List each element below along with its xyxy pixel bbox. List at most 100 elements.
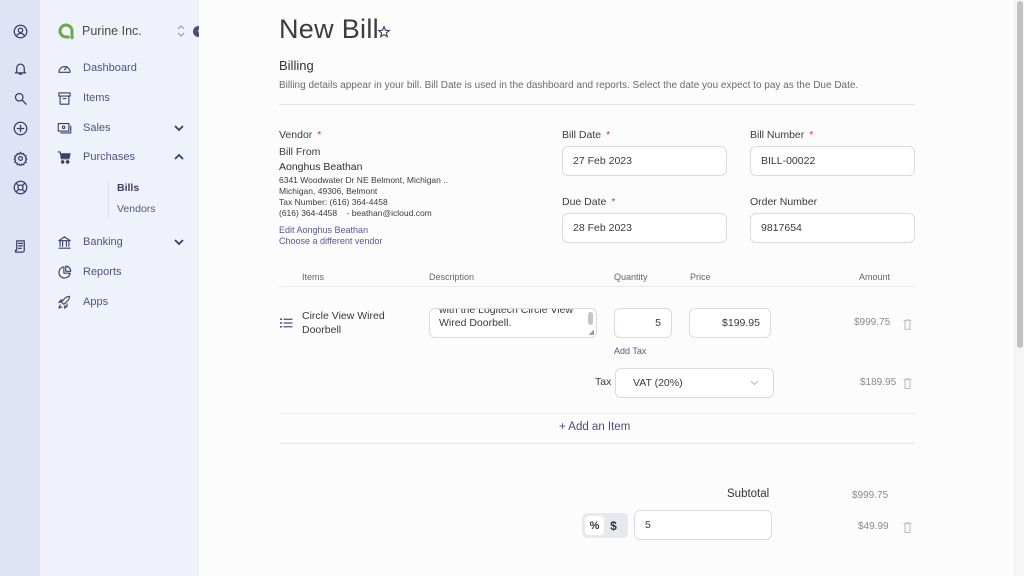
gear-icon[interactable] — [12, 150, 28, 166]
chevron-down-icon — [750, 380, 759, 386]
bill-date-input[interactable]: 27 Feb 2023 — [562, 146, 727, 176]
section-description: Billing details appear in your bill. Bil… — [279, 80, 859, 91]
subtotal-label: Subtotal — [727, 488, 770, 500]
pie-chart-icon — [58, 265, 72, 279]
trash-icon — [903, 521, 912, 534]
delete-item-button[interactable] — [903, 317, 912, 331]
profile-icon[interactable] — [12, 23, 28, 39]
price-header: Price — [690, 272, 711, 282]
sidebar-item-label: Sales — [83, 122, 111, 134]
bell-icon[interactable] — [12, 60, 28, 76]
sidebar-item-items[interactable]: Items — [57, 87, 192, 109]
company-name: Purine Inc. — [82, 24, 142, 38]
rocket-icon — [58, 295, 71, 309]
drag-handle-icon[interactable] — [280, 318, 293, 328]
delete-tax-button[interactable] — [903, 376, 912, 390]
vendor-address-line2: Michigan, 49306, Belmont — [279, 186, 378, 196]
support-icon[interactable] — [12, 179, 28, 195]
due-date-label: Due Date * — [562, 196, 616, 208]
sidebar-item-purchases[interactable]: Purchases — [57, 146, 192, 168]
textarea-resize-handle[interactable]: ◢ — [589, 328, 594, 336]
receipt-icon[interactable] — [12, 238, 28, 254]
section-title: Billing — [279, 58, 314, 73]
due-date-input[interactable]: 28 Feb 2023 — [562, 213, 727, 243]
chevron-down-icon[interactable] — [174, 123, 184, 133]
sidebar-item-sales[interactable]: Sales — [57, 117, 192, 139]
vendor-name: Aonghus Beathan — [279, 161, 363, 173]
tax-amount: $189.95 — [860, 377, 897, 388]
items-header: Items — [302, 272, 325, 282]
add-circle-icon[interactable] — [12, 120, 28, 136]
add-tax-link[interactable]: Add Tax — [614, 346, 646, 356]
sidebar-item-label: Reports — [83, 266, 122, 278]
sidebar-item-label: Apps — [83, 296, 109, 308]
main-content: New Bill Billing Billing details appear … — [199, 0, 1014, 576]
company-logo-icon — [58, 23, 74, 40]
trash-icon — [903, 318, 912, 331]
discount-amount: $49.99 — [858, 521, 889, 532]
order-number-input[interactable]: 9817654 — [750, 213, 915, 243]
quantity-header: Quantity — [614, 272, 648, 282]
divider — [279, 104, 915, 105]
chevron-down-icon[interactable] — [174, 237, 184, 247]
sidebar-item-label: Purchases — [83, 151, 135, 163]
star-icon[interactable] — [377, 25, 391, 39]
sidebar-item-label: Banking — [83, 236, 123, 248]
bill-number-input[interactable]: BILL-00022 — [750, 146, 915, 176]
icon-rail — [0, 0, 40, 576]
sidebar-subitem-vendors[interactable]: Vendors — [117, 203, 156, 215]
table-header-divider — [279, 286, 915, 287]
sidebar-item-label: Items — [83, 92, 110, 104]
discount-type-toggle: % $ — [582, 513, 628, 538]
sidebar-item-label: Dashboard — [83, 62, 137, 74]
quantity-input[interactable]: 5 — [614, 308, 672, 338]
bill-from-label: Bill From — [279, 146, 321, 158]
subtotal-value: $999.75 — [852, 490, 889, 501]
tax-select[interactable]: VAT (20%) — [615, 368, 774, 398]
sidebar-item-dashboard[interactable]: Dashboard — [57, 57, 192, 79]
tax-label: Tax — [595, 376, 612, 388]
submenu-line — [108, 180, 109, 218]
trash-icon — [903, 377, 912, 390]
chevron-up-icon[interactable] — [174, 152, 184, 162]
delete-discount-button[interactable] — [903, 520, 912, 534]
sidebar-item-banking[interactable]: Banking — [57, 231, 192, 253]
edit-vendor-link[interactable]: Edit Aonghus Beathan — [279, 225, 368, 235]
vendor-contact: (616) 364-4458 - beathan@icloud.com — [279, 208, 432, 218]
add-item-button[interactable]: + Add an Item — [559, 421, 630, 433]
page-title: New Bill — [279, 14, 379, 44]
sidebar-item-apps[interactable]: Apps — [57, 291, 192, 313]
money-icon — [57, 122, 72, 133]
bank-icon — [58, 235, 71, 249]
sidebar-subitem-bills[interactable]: Bills — [117, 182, 139, 194]
dashboard-icon — [58, 65, 71, 73]
choose-vendor-link[interactable]: Choose a different vendor — [279, 236, 382, 246]
bill-date-label: Bill Date * — [562, 129, 611, 141]
textarea-scrollbar[interactable] — [588, 312, 593, 325]
item-description-textarea[interactable]: with the Logitech Circle View Wired Door… — [429, 308, 597, 338]
cart-icon — [57, 150, 71, 164]
item-amount: $999.75 — [854, 317, 891, 328]
vendor-address-line1: 6341 Woodwater Dr NE Belmont, Michigan .… — [279, 175, 448, 185]
description-header: Description — [429, 272, 475, 282]
bill-number-label: Bill Number * — [750, 129, 814, 141]
tax-select-value: VAT (20%) — [633, 377, 683, 389]
discount-dollar-option[interactable]: $ — [604, 516, 623, 535]
item-name: Circle View Wired Doorbell — [302, 310, 385, 336]
page-scrollbar[interactable] — [1014, 0, 1024, 576]
sidebar-item-reports[interactable]: Reports — [57, 261, 192, 283]
discount-input[interactable]: 5 — [634, 510, 772, 540]
search-icon[interactable] — [12, 90, 28, 106]
vendor-tax-number: Tax Number: (616) 364-4458 — [279, 197, 388, 207]
company-switcher[interactable]: Purine Inc. — [57, 22, 142, 40]
switch-chevrons-icon[interactable] — [177, 24, 185, 38]
divider — [279, 413, 915, 414]
discount-percent-option[interactable]: % — [585, 516, 604, 535]
scrollbar-thumb[interactable] — [1017, 1, 1023, 348]
archive-icon — [58, 91, 71, 105]
order-number-label: Order Number — [750, 196, 818, 208]
vendor-label: Vendor * — [279, 129, 322, 141]
item-description-text: with the Logitech Circle View Wired Door… — [439, 308, 574, 329]
price-input[interactable]: $199.95 — [689, 308, 771, 338]
divider — [279, 443, 915, 444]
